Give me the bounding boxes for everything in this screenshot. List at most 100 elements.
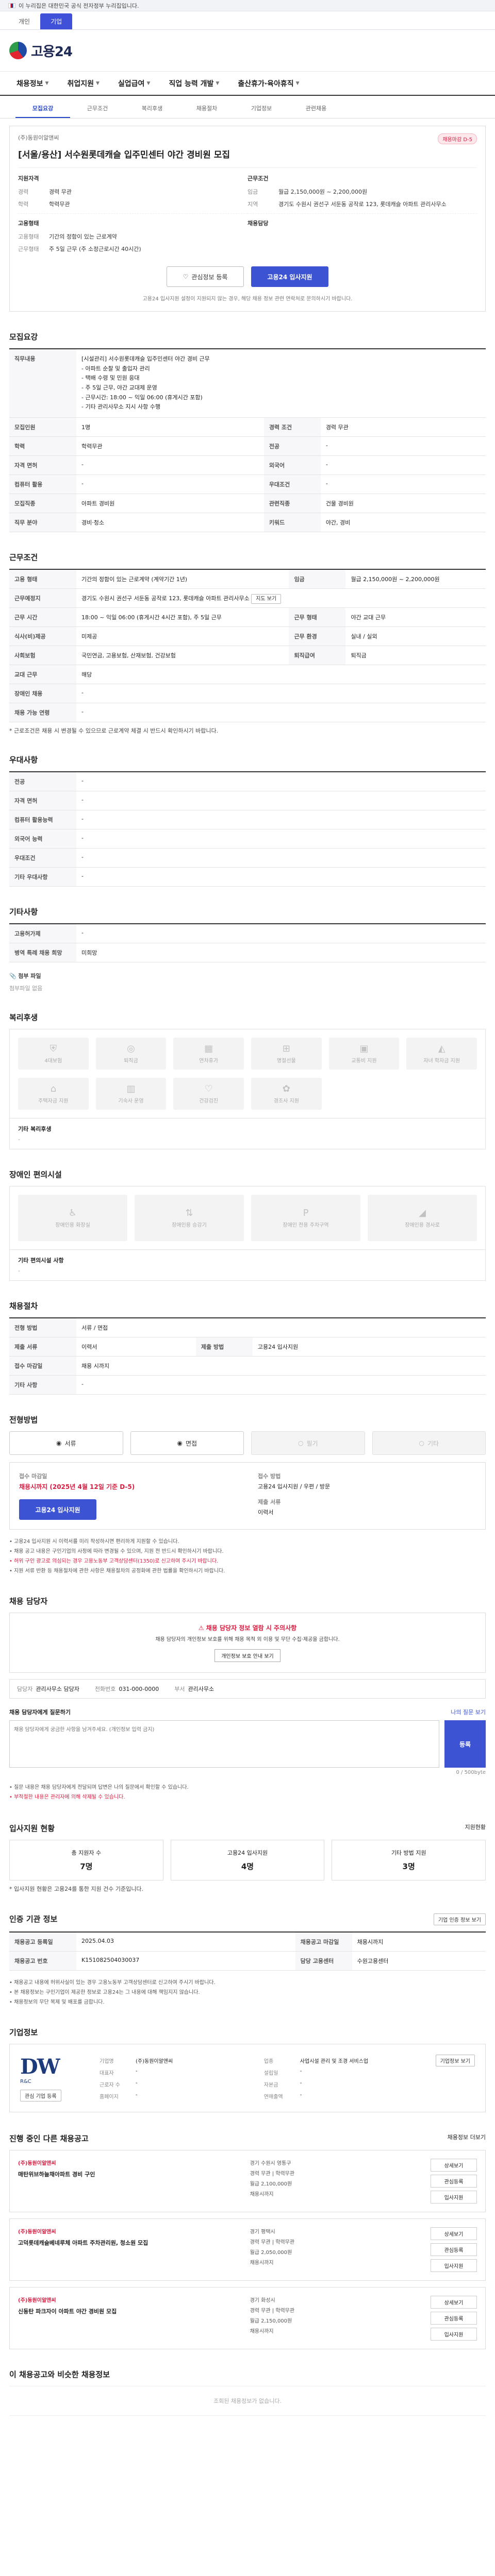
- related-more-link[interactable]: 채용정보 더보기: [448, 2133, 486, 2144]
- privacy-guide-button[interactable]: 개인정보 보호 안내 보기: [214, 1649, 280, 1663]
- attach-value: 첨부파일 없음: [9, 985, 43, 992]
- section-title-disability: 장애인 편의시설: [9, 1170, 62, 1180]
- section-title-process: 채용절차: [9, 1301, 38, 1311]
- related-apply-button[interactable]: 입사지원: [431, 2328, 477, 2341]
- inquiry-submit-button[interactable]: 등록: [444, 1720, 486, 1768]
- facility-item: ◢ 장애인용 경사로: [368, 1195, 477, 1242]
- related-job[interactable]: (주)동원이알앤씨 신동탄 파크자이 아파트 야간 경비원 모집 경기 화성시 경력…: [9, 2287, 486, 2350]
- inquiry-notes: • 질문 내용은 채용 담당자에게 전달되며 답변은 나의 질문에서 확인할 수…: [9, 1785, 189, 1801]
- tab-related[interactable]: 관련채용: [289, 99, 343, 118]
- summary-head: 고용형태: [18, 220, 39, 227]
- related-scrap-button[interactable]: 관심등록: [431, 2243, 477, 2257]
- count-label: 고용24 입사지원: [227, 1850, 268, 1857]
- scrap-button[interactable]: ♡ 관심정보 등록: [167, 266, 244, 287]
- gnb-item-jobs[interactable]: 채용정보 ▼: [7, 72, 58, 95]
- note-line: 질문 내용은 채용 담당자에게 전달되며 답변은 나의 질문에서 확인할 수 있…: [14, 1785, 189, 1791]
- cert-info-button[interactable]: 기업 인증 정보 보기: [433, 1913, 486, 1926]
- gnb-item-support[interactable]: 취업지원 ▼: [58, 72, 108, 95]
- related-view-button[interactable]: 상세보기: [431, 2159, 477, 2172]
- related-title[interactable]: 신동탄 파크자이 아파트 야간 경비원 모집: [18, 2308, 240, 2316]
- company-name[interactable]: (주)동원이알앤씨: [18, 133, 59, 144]
- tab-conditions[interactable]: 근무조건: [70, 99, 125, 118]
- site-tab-personal[interactable]: 개인: [8, 13, 40, 29]
- row-value: 1명: [76, 417, 264, 437]
- tab-process[interactable]: 채용절차: [179, 99, 234, 118]
- row-value: -: [76, 791, 486, 811]
- chevron-down-icon: ▼: [45, 80, 49, 86]
- contact-dept: 관리사무소: [188, 1686, 214, 1693]
- count-label: 기타 방법 지원: [391, 1850, 426, 1857]
- tab-company[interactable]: 기업정보: [234, 99, 289, 118]
- my-question-link[interactable]: 나의 질문 보기: [451, 1708, 486, 1716]
- gov-banner-text: 이 누리집은 대한민국 공식 전자정부 누리집입니다.: [19, 2, 139, 9]
- company-key: 설립일: [263, 2070, 278, 2076]
- row-value: 국민연금, 고용보험, 산재보험, 건강보험: [76, 646, 289, 666]
- section-title-contact: 채용 담당자: [9, 1597, 48, 1606]
- row-key: 근무 형태: [289, 607, 346, 628]
- ramp-icon: ◢: [419, 1208, 426, 1219]
- row-key: 자격 면허: [9, 455, 76, 476]
- method-written: ○ 필기: [251, 1431, 365, 1455]
- row-value: 퇴직금: [345, 646, 486, 666]
- disability-etc-value: -: [18, 1267, 20, 1275]
- work24-logo-icon[interactable]: [9, 42, 27, 59]
- inquiry-title: 채용 담당자에게 질문하기: [9, 1709, 71, 1716]
- site-tabs: 개인 기업: [0, 11, 495, 30]
- site-logo-text[interactable]: 고용24: [31, 41, 73, 60]
- related-title[interactable]: 고덕롯데캐슬베네루체 아파트 주차관리원, 청소원 모집: [18, 2239, 240, 2248]
- section-title-apply-method: 전형방법: [9, 1415, 38, 1425]
- related-pay: 월급 2,150,000원: [250, 2318, 292, 2325]
- welfare-label: 경조사 지원: [273, 1098, 299, 1105]
- row-value: -: [76, 1375, 486, 1395]
- applicant-card: 고용24 입사지원 4명: [170, 1840, 325, 1881]
- tab-recruit[interactable]: 모집요강: [15, 99, 70, 118]
- section-title-applicants: 입사지원 현황: [9, 1824, 55, 1834]
- row-key: 기타 사항: [9, 1375, 76, 1395]
- site-tab-company[interactable]: 기업: [40, 13, 73, 29]
- notice-title: 채용 담당자 정보 열람 시 주의사항: [206, 1624, 297, 1632]
- related-scrap-button[interactable]: 관심등록: [431, 2175, 477, 2188]
- related-apply-button[interactable]: 입사지원: [431, 2259, 477, 2273]
- welfare-item: ▥ 기숙사 운영: [95, 1078, 167, 1110]
- gnb-label: 채용정보: [16, 79, 43, 88]
- related-apply-button[interactable]: 입사지원: [431, 2191, 477, 2204]
- gnb-item-leave[interactable]: 출산휴가·육아휴직 ▼: [228, 72, 308, 95]
- company-detail-button[interactable]: 기업정보 보기: [435, 2055, 475, 2067]
- company-scrap-button[interactable]: 관심 기업 등록: [20, 2090, 61, 2102]
- related-deadline: 채용시까지: [250, 2260, 274, 2266]
- row-key: 컴퓨터 활용: [9, 474, 76, 495]
- elevator-icon: ⇅: [185, 1208, 193, 1219]
- facility-label: 장애인용 승강기: [172, 1223, 207, 1229]
- related-job[interactable]: (주)동원이알앤씨 매탄위브하늘채아파트 경비 구인 경기 수원시 영통구 경력 무…: [9, 2150, 486, 2213]
- related-job[interactable]: (주)동원이알앤씨 고덕롯데캐슬베네루체 아파트 주차관리원, 청소원 모집 경기…: [9, 2218, 486, 2281]
- map-button[interactable]: 지도 보기: [251, 594, 282, 604]
- related-view-button[interactable]: 상세보기: [431, 2227, 477, 2241]
- parking-icon: P: [303, 1208, 309, 1219]
- welfare-grid: ⛨ 4대보험 ◎ 퇴직금 ▦ 연차휴가 ⊞ 명절선물 ▣ 교통비 지원 ◭ 자녀 학자금 지…: [9, 1029, 486, 1119]
- row-value: 18:00 ~ 익일 06:00 (휴게시간 4시간 포함), 주 5일 근무: [76, 607, 289, 628]
- related-scrap-button[interactable]: 관심등록: [431, 2312, 477, 2325]
- welfare-etc-value: -: [18, 1136, 20, 1143]
- company-key: 자본금: [263, 2082, 278, 2088]
- logo-sub: R&C: [20, 2079, 31, 2085]
- related-title[interactable]: 매탄위브하늘채아파트 경비 구인: [18, 2171, 240, 2179]
- inquiry-textarea[interactable]: [9, 1720, 439, 1768]
- row-key: 외국어: [263, 455, 321, 476]
- chevron-down-icon: ▼: [146, 80, 151, 86]
- row-key: 근무 시간: [9, 607, 76, 628]
- row-value: -: [76, 810, 486, 830]
- summary-head: 지원자격: [18, 175, 39, 182]
- shield-icon: ⛨: [50, 1043, 57, 1055]
- house-icon: ⌂: [50, 1083, 57, 1095]
- tab-welfare[interactable]: 복리후생: [125, 99, 179, 118]
- gnb-item-training[interactable]: 직업 능력 개발 ▼: [159, 72, 228, 95]
- related-view-button[interactable]: 상세보기: [431, 2296, 477, 2309]
- gnb-item-benefits[interactable]: 실업급여 ▼: [109, 72, 159, 95]
- applicants-more-link[interactable]: 지원현황: [465, 1823, 486, 1834]
- row-value: 학력무관: [76, 436, 264, 456]
- circle-icon: ○: [298, 1439, 304, 1447]
- apply-button-2[interactable]: 고용24 입사지원: [19, 1499, 96, 1520]
- company-key: 근로자 수: [100, 2082, 120, 2088]
- related-area: 경기 화성시: [250, 2298, 275, 2304]
- apply-button[interactable]: 고용24 입사지원: [251, 266, 328, 287]
